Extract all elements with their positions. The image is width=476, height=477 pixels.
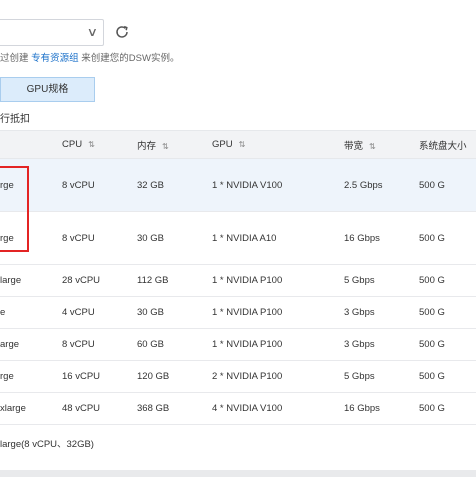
- cpu-cell: 8 vCPU: [62, 211, 137, 265]
- col-disk-header: 系统盘大小: [419, 130, 476, 159]
- table-row[interactable]: arge 8 vCPU 60 GB 1 * NVIDIA P100 3 Gbps…: [0, 328, 476, 361]
- cpu-cell: 8 vCPU: [62, 328, 137, 361]
- disk-cell: 500 G: [419, 158, 476, 212]
- cpu-cell: 48 vCPU: [62, 392, 137, 425]
- mem-cell: 30 GB: [137, 211, 212, 265]
- bw-cell: 16 Gbps: [344, 392, 419, 425]
- spec-name-cell: xlarge: [0, 392, 62, 425]
- deduction-label: 行抵扣: [0, 114, 30, 125]
- table-row[interactable]: rge 16 vCPU 120 GB 2 * NVIDIA P100 5 Gbp…: [0, 360, 476, 393]
- cpu-cell: 8 vCPU: [62, 158, 137, 212]
- mem-cell: 120 GB: [137, 360, 212, 393]
- mem-cell: 60 GB: [137, 328, 212, 361]
- spec-table: CPU ⇅ 内存 ⇅ GPU ⇅ 带宽 ⇅ 系统盘大小 rge 8 vCPU 32 GB…: [0, 130, 476, 425]
- table-row[interactable]: xlarge 48 vCPU 368 GB 4 * NVIDIA V100 16…: [0, 392, 476, 425]
- spec-name-cell: large: [0, 264, 62, 297]
- bottom-bar: [0, 470, 476, 477]
- sort-icon[interactable]: ⇅: [162, 142, 169, 151]
- gpu-cell: 1 * NVIDIA P100: [212, 264, 344, 297]
- cpu-cell: 28 vCPU: [62, 264, 137, 297]
- col-cpu-header[interactable]: CPU ⇅: [62, 130, 137, 159]
- hint-text: 过创建 专有资源组 来创建您的DSW实例。: [0, 50, 179, 64]
- highlight-annotation-box: [0, 166, 29, 252]
- mem-cell: 112 GB: [137, 264, 212, 297]
- table-row[interactable]: e 4 vCPU 30 GB 1 * NVIDIA P100 3 Gbps 50…: [0, 296, 476, 329]
- bw-cell: 16 Gbps: [344, 211, 419, 265]
- gpu-cell: 1 * NVIDIA P100: [212, 296, 344, 329]
- gpu-cell: 1 * NVIDIA P100: [212, 328, 344, 361]
- sort-icon[interactable]: ⇅: [88, 140, 95, 149]
- gpu-cell: 1 * NVIDIA A10: [212, 211, 344, 265]
- col-cpu-label: CPU: [62, 139, 83, 150]
- bw-cell: 3 Gbps: [344, 328, 419, 361]
- bw-cell: 5 Gbps: [344, 264, 419, 297]
- col-mem-label: 内存: [137, 140, 157, 152]
- selected-spec-summary: large(8 vCPU、32GB): [0, 439, 94, 450]
- hint-prefix: 过创建: [0, 53, 32, 64]
- col-name-header: [0, 130, 62, 159]
- col-gpu-label: GPU: [212, 139, 233, 150]
- refresh-icon[interactable]: [114, 24, 130, 40]
- cpu-cell: 16 vCPU: [62, 360, 137, 393]
- col-mem-header[interactable]: 内存 ⇅: [137, 130, 212, 159]
- sort-icon[interactable]: ⇅: [239, 140, 246, 149]
- gpu-cell: 2 * NVIDIA P100: [212, 360, 344, 393]
- spec-name-cell: e: [0, 296, 62, 329]
- chevron-down-icon: ∨: [86, 25, 99, 39]
- col-bw-header[interactable]: 带宽 ⇅: [344, 130, 419, 159]
- disk-cell: 500 G: [419, 264, 476, 297]
- disk-cell: 500 G: [419, 392, 476, 425]
- table-row[interactable]: rge 8 vCPU 32 GB 1 * NVIDIA V100 2.5 Gbp…: [0, 158, 476, 212]
- resource-select[interactable]: ∨: [0, 19, 104, 46]
- bw-cell: 5 Gbps: [344, 360, 419, 393]
- table-row[interactable]: large 28 vCPU 112 GB 1 * NVIDIA P100 5 G…: [0, 264, 476, 297]
- bw-cell: 2.5 Gbps: [344, 158, 419, 212]
- disk-cell: 500 G: [419, 328, 476, 361]
- hint-suffix: 来创建您的DSW实例。: [78, 53, 180, 64]
- disk-cell: 500 G: [419, 360, 476, 393]
- mem-cell: 32 GB: [137, 158, 212, 212]
- table-row[interactable]: rge 8 vCPU 30 GB 1 * NVIDIA A10 16 Gbps …: [0, 211, 476, 265]
- dedicated-resource-group-link[interactable]: 专有资源组: [31, 53, 79, 64]
- col-disk-label: 系统盘大小: [419, 140, 467, 152]
- mem-cell: 30 GB: [137, 296, 212, 329]
- spec-name-cell: rge: [0, 360, 62, 393]
- spec-name-cell: arge: [0, 328, 62, 361]
- disk-cell: 500 G: [419, 296, 476, 329]
- mem-cell: 368 GB: [137, 392, 212, 425]
- gpu-cell: 4 * NVIDIA V100: [212, 392, 344, 425]
- tab-gpu-spec[interactable]: GPU规格: [0, 77, 95, 102]
- table-header-row: CPU ⇅ 内存 ⇅ GPU ⇅ 带宽 ⇅ 系统盘大小: [0, 130, 476, 159]
- bw-cell: 3 Gbps: [344, 296, 419, 329]
- sort-icon[interactable]: ⇅: [369, 142, 376, 151]
- cpu-cell: 4 vCPU: [62, 296, 137, 329]
- gpu-cell: 1 * NVIDIA V100: [212, 158, 344, 212]
- disk-cell: 500 G: [419, 211, 476, 265]
- col-gpu-header[interactable]: GPU ⇅: [212, 130, 344, 159]
- col-bw-label: 带宽: [344, 140, 364, 152]
